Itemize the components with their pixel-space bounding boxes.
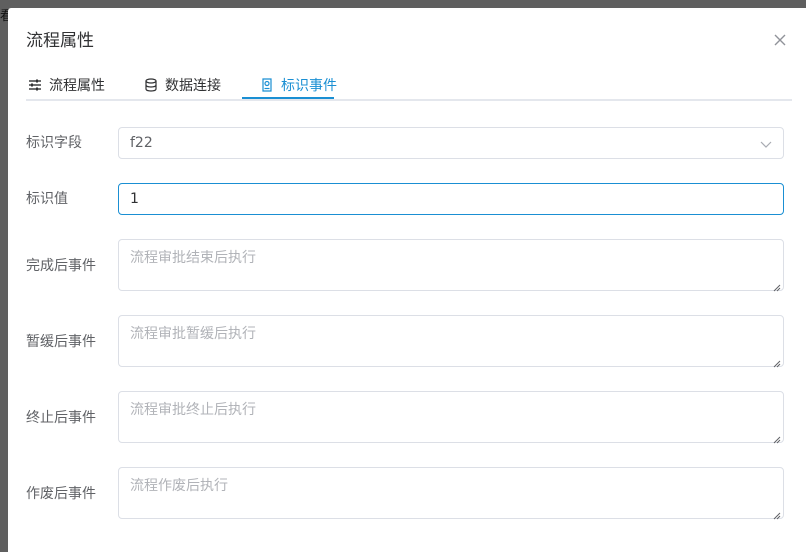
- after-terminate-placeholder: 流程审批终止后执行: [130, 402, 256, 418]
- tab-process-properties[interactable]: 流程属性: [28, 70, 105, 100]
- chevron-down-icon: [759, 137, 773, 151]
- tab-label: 数据连接: [165, 78, 221, 94]
- after-complete-label: 完成后事件: [26, 258, 96, 274]
- database-icon: [144, 78, 158, 92]
- tab-label: 流程属性: [49, 78, 105, 94]
- resize-grip-icon[interactable]: [773, 280, 781, 292]
- tab-flag-events[interactable]: 标识事件: [260, 70, 337, 100]
- after-void-textarea[interactable]: 流程作废后执行: [118, 467, 784, 520]
- after-void-label: 作废后事件: [26, 486, 96, 502]
- resize-grip-icon[interactable]: [773, 508, 781, 520]
- after-void-placeholder: 流程作废后执行: [130, 478, 228, 494]
- flag-field-select[interactable]: f22: [118, 127, 784, 159]
- flag-value-text: 1: [130, 191, 139, 207]
- process-properties-dialog: 流程属性 流程属性 数据连接 标识事件 标识字段 f22 标识值 1 完成后事件…: [8, 8, 806, 552]
- flag-field-value: f22: [130, 135, 153, 151]
- close-icon[interactable]: [770, 30, 790, 50]
- flag-field-label: 标识字段: [26, 135, 82, 151]
- tag-icon: [260, 78, 274, 92]
- dialog-title: 流程属性: [26, 31, 94, 51]
- after-complete-textarea[interactable]: 流程审批结束后执行: [118, 239, 784, 292]
- sliders-icon: [28, 78, 42, 92]
- resize-grip-icon[interactable]: [773, 356, 781, 368]
- active-tab-indicator: [242, 97, 334, 99]
- after-pause-placeholder: 流程审批暂缓后执行: [130, 326, 256, 342]
- after-terminate-textarea[interactable]: 流程审批终止后执行: [118, 391, 784, 444]
- resize-grip-icon[interactable]: [773, 432, 781, 444]
- after-pause-textarea[interactable]: 流程审批暂缓后执行: [118, 315, 784, 368]
- tab-data-connection[interactable]: 数据连接: [144, 70, 221, 100]
- after-pause-label: 暂缓后事件: [26, 334, 96, 350]
- tabs-divider: [26, 99, 792, 101]
- flag-value-input[interactable]: 1: [118, 183, 784, 215]
- flag-value-label: 标识值: [26, 191, 68, 207]
- tab-label: 标识事件: [281, 78, 337, 94]
- tab-bar: 流程属性 数据连接 标识事件: [26, 70, 792, 102]
- after-terminate-label: 终止后事件: [26, 410, 96, 426]
- after-complete-placeholder: 流程审批结束后执行: [130, 250, 256, 266]
